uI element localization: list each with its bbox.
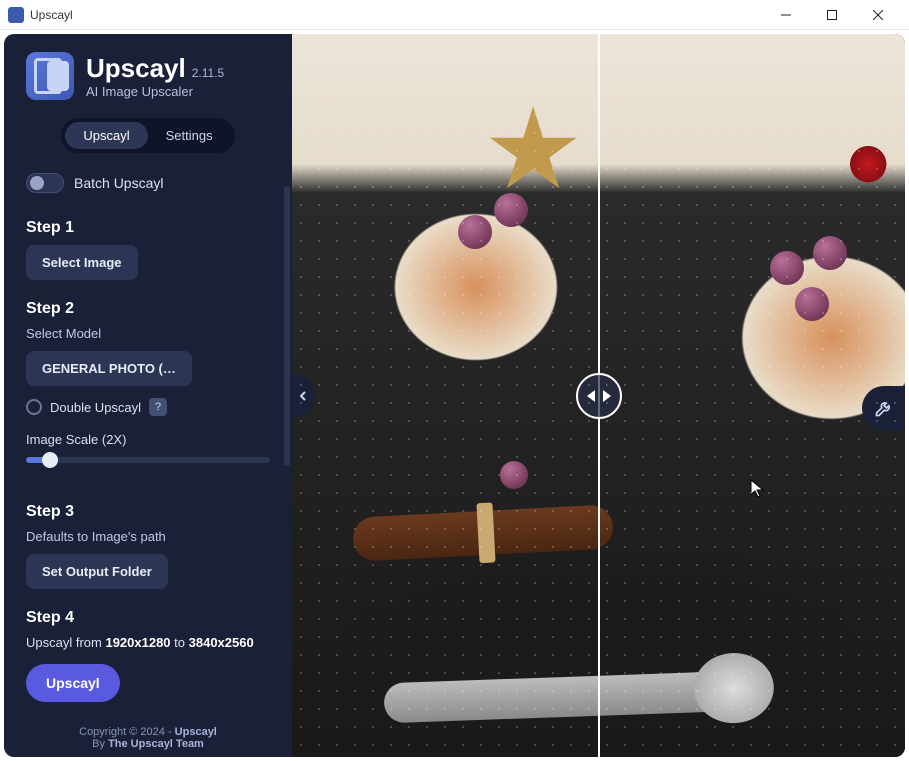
sidebar: Upscayl 2.11.5 AI Image Upscaler Upscayl…: [4, 34, 292, 757]
logo-icon: [26, 52, 74, 100]
app-subtitle: AI Image Upscaler: [86, 84, 224, 99]
preview-decoration: [458, 215, 492, 249]
set-output-folder-button[interactable]: Set Output Folder: [26, 554, 168, 589]
step4-title: Step 4: [26, 609, 270, 627]
footer-brand-link[interactable]: Upscayl: [175, 726, 217, 738]
mode-tabs: Upscayl Settings: [61, 118, 234, 153]
titlebar: Upscayl: [0, 0, 909, 30]
image-preview[interactable]: [292, 34, 905, 757]
step2-title: Step 2: [26, 300, 270, 318]
preview-decoration: [770, 251, 804, 285]
upscayl-button[interactable]: Upscayl: [26, 664, 120, 702]
double-upscayl-label: Double Upscayl: [50, 400, 141, 415]
tab-settings[interactable]: Settings: [148, 122, 231, 149]
app-version: 2.11.5: [192, 66, 224, 80]
preview-decoration: [383, 671, 744, 724]
tab-upscayl[interactable]: Upscayl: [65, 122, 147, 149]
scale-label: Image Scale (2X): [26, 432, 270, 447]
close-button[interactable]: [855, 0, 901, 30]
step3-defaults: Defaults to Image's path: [26, 529, 270, 544]
mouse-cursor-icon: [750, 479, 766, 499]
scale-slider[interactable]: [26, 457, 270, 463]
app-icon: [8, 7, 24, 23]
resolution-summary: Upscayl from 1920x1280 to 3840x2560: [26, 635, 270, 650]
collapse-sidebar-button[interactable]: [291, 374, 315, 418]
preview-decoration: [813, 236, 847, 270]
batch-toggle[interactable]: [26, 173, 64, 193]
window-title: Upscayl: [30, 8, 73, 22]
model-dropdown[interactable]: GENERAL PHOTO (…: [26, 351, 192, 386]
footer: Copyright © 2024 - Upscayl By The Upscay…: [26, 726, 270, 750]
preview-decoration: [500, 461, 528, 489]
double-upscayl-checkbox[interactable]: [26, 399, 42, 415]
preview-decoration: [795, 287, 829, 321]
sidebar-scrollbar[interactable]: [284, 186, 290, 466]
select-image-button[interactable]: Select Image: [26, 245, 138, 280]
batch-label: Batch Upscayl: [74, 175, 163, 191]
preview-decoration: [494, 193, 528, 227]
maximize-button[interactable]: [809, 0, 855, 30]
preview-decoration: [352, 504, 614, 562]
minimize-button[interactable]: [763, 0, 809, 30]
footer-team-link[interactable]: The Upscayl Team: [108, 738, 204, 750]
step3-title: Step 3: [26, 503, 270, 521]
comparison-slider-handle[interactable]: [576, 373, 622, 419]
help-icon[interactable]: ?: [149, 398, 167, 416]
app-name: Upscayl: [86, 53, 186, 84]
tools-button[interactable]: [862, 386, 905, 430]
select-model-label: Select Model: [26, 326, 270, 341]
step1-title: Step 1: [26, 219, 270, 237]
